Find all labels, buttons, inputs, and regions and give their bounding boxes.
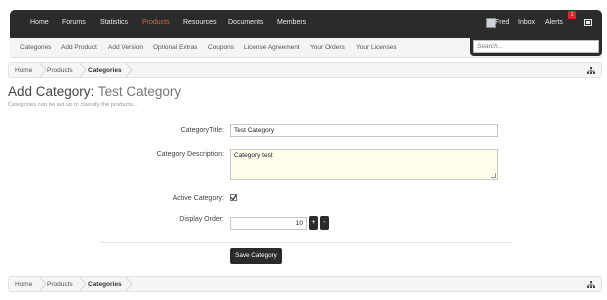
category-title-label: CategoryTitle: — [180, 127, 224, 134]
breadcrumb-products[interactable]: Products — [47, 281, 73, 288]
breadcrumb: Home Products Categories — [8, 62, 602, 78]
page-title-prefix: Add Category: — [8, 84, 95, 99]
category-description-label: Category Description: — [156, 151, 224, 158]
subnav-your-orders[interactable]: Your Orders — [310, 44, 345, 51]
breadcrumb-separator-icon — [125, 63, 133, 77]
subnav-coupons[interactable]: Coupons — [208, 44, 234, 51]
display-order-label: Display Order: — [179, 216, 224, 223]
subnav-your-licenses[interactable]: Your Licenses — [356, 44, 397, 51]
nav-members[interactable]: Members — [277, 19, 306, 26]
form-divider — [100, 242, 512, 243]
resize-handle-icon[interactable] — [491, 173, 496, 178]
decrement-button[interactable]: - — [320, 216, 329, 230]
subnav-categories[interactable]: Categories — [20, 44, 51, 51]
message-icon[interactable] — [584, 19, 592, 26]
nav-products[interactable]: Products — [142, 19, 170, 26]
breadcrumb-categories: Categories — [88, 281, 122, 288]
save-category-button[interactable]: Save Category — [230, 248, 282, 264]
nav-resources[interactable]: Resources — [183, 19, 216, 26]
breadcrumb-home[interactable]: Home — [15, 281, 32, 288]
nav-home[interactable]: Home — [30, 19, 49, 26]
page-description: Categories can be set up to classify the… — [8, 102, 138, 108]
top-navigation: Home Forums Statistics Products Resource… — [10, 10, 602, 38]
subnav-license-agreement[interactable]: License Agreement — [244, 44, 300, 51]
breadcrumb-products[interactable]: Products — [47, 67, 73, 74]
breadcrumb-separator-icon — [39, 63, 47, 77]
breadcrumb-categories: Categories — [88, 67, 122, 74]
page-title-value: Test Category — [97, 84, 182, 99]
category-description-text: Category test — [234, 152, 273, 159]
increment-button[interactable]: + — [309, 216, 318, 230]
nav-statistics[interactable]: Statistics — [100, 19, 128, 26]
nav-forums[interactable]: Forums — [62, 19, 86, 26]
nav-documents[interactable]: Documents — [228, 19, 263, 26]
breadcrumb-separator-icon — [39, 277, 47, 291]
category-description-textarea[interactable]: Category test — [230, 149, 498, 180]
breadcrumb-bottom: Home Products Categories — [8, 276, 602, 292]
breadcrumb-separator-icon — [125, 277, 133, 291]
nav-inbox[interactable]: Inbox — [518, 19, 535, 26]
display-order-input[interactable]: 10 — [230, 217, 307, 230]
breadcrumb-home[interactable]: Home — [15, 67, 32, 74]
breadcrumb-separator-icon — [79, 277, 87, 291]
subnav-add-version[interactable]: Add Version — [108, 44, 143, 51]
active-category-label: Active Category: — [172, 195, 224, 202]
checkmark-icon — [230, 194, 237, 201]
subnav-optional-extras[interactable]: Optional Extras — [153, 44, 197, 51]
search-input[interactable] — [473, 40, 599, 53]
sitemap-icon[interactable] — [587, 281, 595, 288]
nav-user[interactable]: Fred — [495, 19, 509, 26]
nav-alerts[interactable]: Alerts — [545, 19, 563, 26]
breadcrumb-separator-icon — [79, 63, 87, 77]
alerts-badge: 1 — [568, 11, 576, 19]
category-title-input[interactable]: Test Category — [230, 124, 498, 137]
page-title: Add Category: Test Category — [8, 84, 181, 99]
active-category-checkbox[interactable] — [230, 194, 237, 201]
sitemap-icon[interactable] — [587, 67, 595, 74]
subnav-add-product[interactable]: Add Product — [61, 44, 97, 51]
